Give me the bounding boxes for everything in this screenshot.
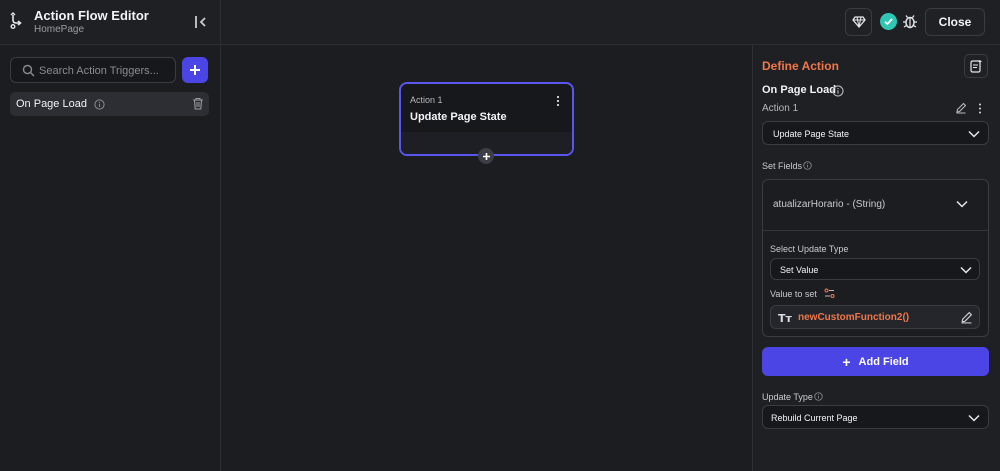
node-title: Update Page State — [410, 111, 507, 123]
chevron-down-icon — [968, 414, 980, 422]
action-type-select[interactable]: Update Page State — [762, 121, 989, 145]
info-icon[interactable] — [832, 85, 844, 97]
update-type-select[interactable]: Set Value — [770, 258, 980, 280]
value-text: newCustomFunction2() — [798, 312, 910, 323]
page-subtitle: HomePage — [34, 24, 85, 35]
panel-title: Define Action — [762, 59, 839, 73]
add-trigger-button[interactable] — [182, 57, 208, 83]
close-button[interactable]: Close — [925, 8, 985, 36]
update-type-select-label: Select Update Type — [770, 244, 849, 254]
pencil-icon[interactable] — [960, 311, 973, 324]
triggers-panel: On Page Load — [0, 45, 221, 471]
info-icon[interactable] — [94, 99, 105, 110]
trigger-label: On Page Load — [16, 98, 87, 110]
divider — [763, 230, 988, 231]
field-card: atualizarHorario - (String) Select Updat… — [762, 179, 989, 337]
chevron-down-icon[interactable] — [956, 200, 968, 208]
rebuild-type-select[interactable]: Rebuild Current Page — [762, 405, 989, 429]
info-icon[interactable] — [814, 392, 823, 401]
chevron-down-icon — [968, 130, 980, 138]
info-icon[interactable] — [803, 161, 812, 170]
collapse-panel-icon[interactable] — [192, 13, 210, 31]
search-icon — [22, 64, 35, 77]
variable-options-icon[interactable] — [824, 288, 835, 299]
pencil-icon[interactable] — [955, 102, 967, 114]
gem-icon — [851, 16, 866, 28]
plus-icon: + — [842, 353, 851, 370]
value-field[interactable]: Tт newCustomFunction2() — [770, 305, 980, 329]
rebuild-type-value: Rebuild Current Page — [771, 413, 858, 423]
search-input[interactable] — [39, 62, 173, 80]
field-name[interactable]: atualizarHorario - (String) — [773, 199, 885, 210]
add-action-button[interactable] — [478, 148, 494, 164]
add-field-button[interactable]: + Add Field — [762, 347, 989, 376]
divider — [220, 0, 221, 45]
action-flow-icon — [10, 12, 22, 29]
document-add-icon — [970, 60, 982, 73]
text-type-icon: Tт — [778, 312, 792, 325]
action-type-value: Update Page State — [773, 129, 850, 139]
node-label: Action 1 — [410, 95, 443, 105]
set-fields-label: Set Fields — [762, 161, 803, 171]
top-bar: Action Flow Editor HomePage Close — [0, 0, 1000, 45]
action-label: Action 1 — [762, 103, 799, 114]
add-field-label: Add Field — [858, 355, 909, 368]
action-node[interactable]: Action 1 Update Page State — [399, 82, 574, 156]
plus-icon — [190, 65, 200, 75]
docs-button[interactable] — [964, 54, 988, 78]
gem-button[interactable] — [845, 8, 872, 36]
status-check-icon[interactable] — [880, 13, 897, 30]
more-vertical-icon[interactable] — [978, 103, 982, 114]
plus-icon — [482, 152, 490, 160]
bug-icon[interactable] — [901, 12, 919, 30]
update-type-select-value: Set Value — [780, 265, 819, 275]
chevron-down-icon — [960, 266, 972, 274]
search-box[interactable] — [10, 57, 176, 83]
update-type-label: Update Type — [762, 392, 813, 402]
trash-icon[interactable] — [192, 97, 204, 110]
flow-canvas[interactable]: Action 1 Update Page State — [221, 45, 752, 471]
define-action-panel: Define Action On Page Load Action 1 Upda… — [752, 45, 1000, 471]
more-vertical-icon[interactable] — [555, 95, 561, 107]
trigger-name: On Page Load — [762, 84, 836, 96]
page-title: Action Flow Editor — [34, 8, 149, 23]
value-to-set-label: Value to set — [770, 289, 817, 299]
trigger-item-on-page-load[interactable]: On Page Load — [10, 92, 209, 116]
